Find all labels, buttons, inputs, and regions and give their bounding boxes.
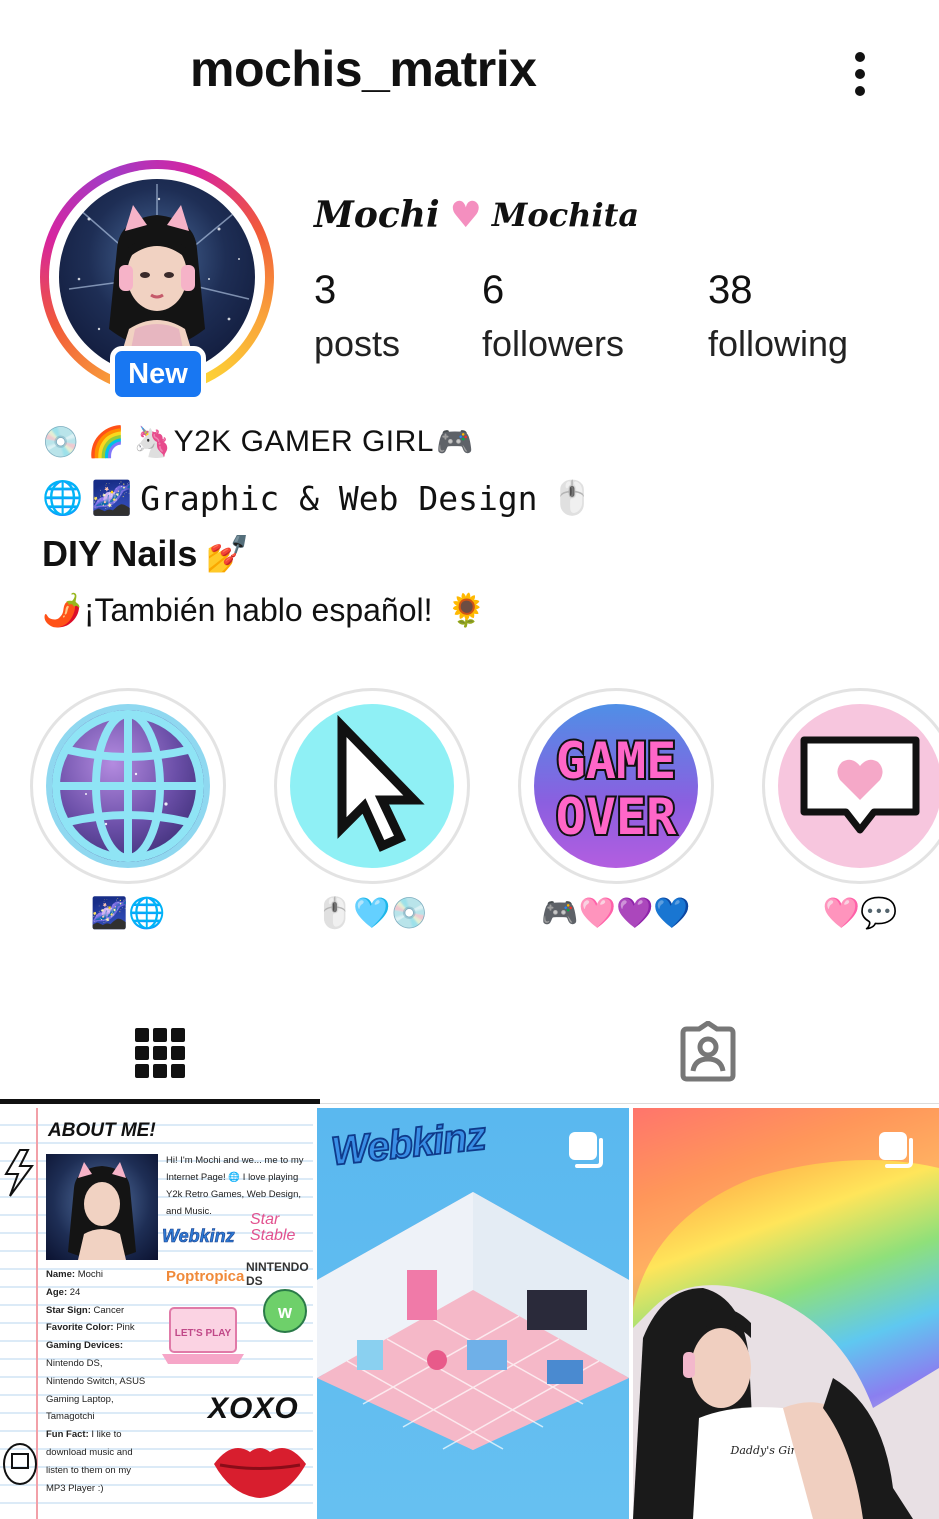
game-over-line2: OVER <box>556 788 677 846</box>
highlight-4[interactable]: 🩷💬 <box>762 688 939 931</box>
post-about-me[interactable]: ABOUT ME! Hi! I'm Mochi and we... me to … <box>0 1108 313 1519</box>
stat-following-label: following <box>708 323 849 364</box>
highlight-1[interactable]: 🌌🌐 <box>30 688 226 931</box>
globe-icon: 🌐 <box>42 478 84 517</box>
profile-tabs <box>0 1000 939 1104</box>
new-badge: New <box>110 346 206 402</box>
sunflower-icon: 🌻 <box>446 592 487 628</box>
rainbow-icon: 🌈 <box>87 425 126 459</box>
highlight-2[interactable]: 🖱️🩵💿 <box>274 688 470 931</box>
highlight-cursor-cover <box>290 704 454 868</box>
cd-icon: 💿 <box>42 425 80 459</box>
shirt-text: Daddy's Girl <box>730 1444 800 1457</box>
highlight-game-over-cover: GAME OVER <box>534 704 698 868</box>
nail-polish-icon: 💅 <box>205 533 251 574</box>
stat-posts[interactable]: 3 posts <box>314 268 400 365</box>
unicorn-icon: 🦄 <box>133 425 172 459</box>
story-highlights: 🌌🌐 🖱️🩵💿 GAME OVER 🎮🩷💜💙 🩷💬 <box>0 688 939 938</box>
poptropica-logo: Poptropica <box>166 1268 245 1285</box>
svg-text:w: w <box>277 1302 293 1322</box>
stat-following[interactable]: 38 following <box>708 268 848 365</box>
highlight-2-label: 🖱️🩵💿 <box>315 897 429 930</box>
galaxy-icon: 🌌 <box>91 478 133 517</box>
more-dot <box>855 69 865 79</box>
profile-username[interactable]: mochis_matrix <box>190 40 537 98</box>
profile-bio: 💿 🌈 🦄 Y2K GAMER GIRL 🎮 🌐 🌌 Graphic & Web… <box>42 414 922 638</box>
more-options-button[interactable] <box>838 44 882 104</box>
about-title: ABOUT ME! <box>48 1120 156 1141</box>
webkinz-logo: Webkinz <box>328 1113 488 1175</box>
highlight-globe-cover <box>46 704 210 868</box>
highlight-3[interactable]: GAME OVER 🎮🩷💜💙 <box>518 688 714 931</box>
game-over-line1: GAME <box>556 732 676 790</box>
lets-play-text: LET'S PLAY <box>175 1328 232 1339</box>
about-facts: Name: Mochi Age: 24 Star Sign: Cancer Fa… <box>46 1269 146 1494</box>
bio-text-3: DIY Nails <box>42 533 198 574</box>
profile-avatar[interactable]: New <box>40 160 274 402</box>
tab-tagged[interactable] <box>548 1000 868 1104</box>
highlight-heart-bubble-cover <box>778 704 939 868</box>
display-name-left: Mochi <box>314 194 440 236</box>
mouse-icon: 🖱️ <box>551 478 593 517</box>
display-name: Mochi ♥ Mochita <box>314 194 639 236</box>
about-photo <box>46 1154 158 1260</box>
more-dot <box>855 86 865 96</box>
highlight-4-label: 🩷💬 <box>822 897 898 930</box>
bio-line-3: DIY Nails 💅 <box>42 526 922 582</box>
post-rainbow[interactable]: Daddy's Girl <box>633 1108 939 1519</box>
globe-sticker: w <box>263 1289 307 1333</box>
about-intro: Hi! I'm Mochi and we... me to my Interne… <box>166 1155 304 1217</box>
tab-posts-grid[interactable] <box>0 1000 320 1104</box>
bio-line-4: 🌶️ ¡También hablo español! 🌻 <box>42 582 922 638</box>
stat-followers-label: followers <box>482 323 625 364</box>
lightning-doodle <box>4 1149 34 1197</box>
webkinz-room <box>317 1192 629 1450</box>
stat-following-count: 38 <box>708 268 753 312</box>
laptop-sticker: LET'S PLAY <box>160 1304 246 1368</box>
display-name-right: Mochita <box>491 196 640 234</box>
lips-sticker <box>214 1448 306 1498</box>
tamagotchi-doodle <box>3 1443 37 1485</box>
posts-grid: ABOUT ME! Hi! I'm Mochi and we... me to … <box>0 1108 939 1519</box>
highlight-1-label: 🌌🌐 <box>90 897 166 930</box>
grid-icon <box>135 1028 185 1078</box>
post-webkinz[interactable]: Webkinz <box>317 1108 629 1519</box>
tagged-person-icon <box>680 1021 736 1082</box>
more-dot <box>855 52 865 62</box>
bio-text-4: ¡También hablo español! <box>83 591 433 628</box>
bio-line-2: 🌐 🌌 Graphic & Web Design 🖱️ <box>42 470 922 526</box>
gamepad-icon: 🎮 <box>435 425 474 459</box>
pink-heart-icon: ♥ <box>449 194 482 236</box>
bio-line-1: 💿 🌈 🦄 Y2K GAMER GIRL 🎮 <box>42 414 922 470</box>
bio-text-1: Y2K GAMER GIRL <box>173 425 434 458</box>
multiple-photos-icon <box>879 1132 913 1168</box>
highlight-3-label: 🎮🩷💜💙 <box>541 897 691 930</box>
stat-followers[interactable]: 6 followers <box>482 268 624 365</box>
stat-posts-label: posts <box>314 323 401 364</box>
chili-pepper-icon: 🌶️ <box>42 592 82 628</box>
webkinz-mini-logo: Webkinz <box>162 1226 235 1247</box>
xoxo-text: XOXO <box>208 1392 299 1425</box>
top-bar: mochis_matrix <box>0 0 939 140</box>
multiple-photos-icon <box>569 1132 603 1168</box>
bio-text-2: Graphic & Web Design <box>140 478 538 518</box>
star-stable-logo: Star Stable <box>250 1211 296 1244</box>
stat-followers-count: 6 <box>482 268 505 312</box>
nintendo-ds-logo: NINTENDO DS <box>246 1260 309 1288</box>
stat-posts-count: 3 <box>314 268 337 312</box>
